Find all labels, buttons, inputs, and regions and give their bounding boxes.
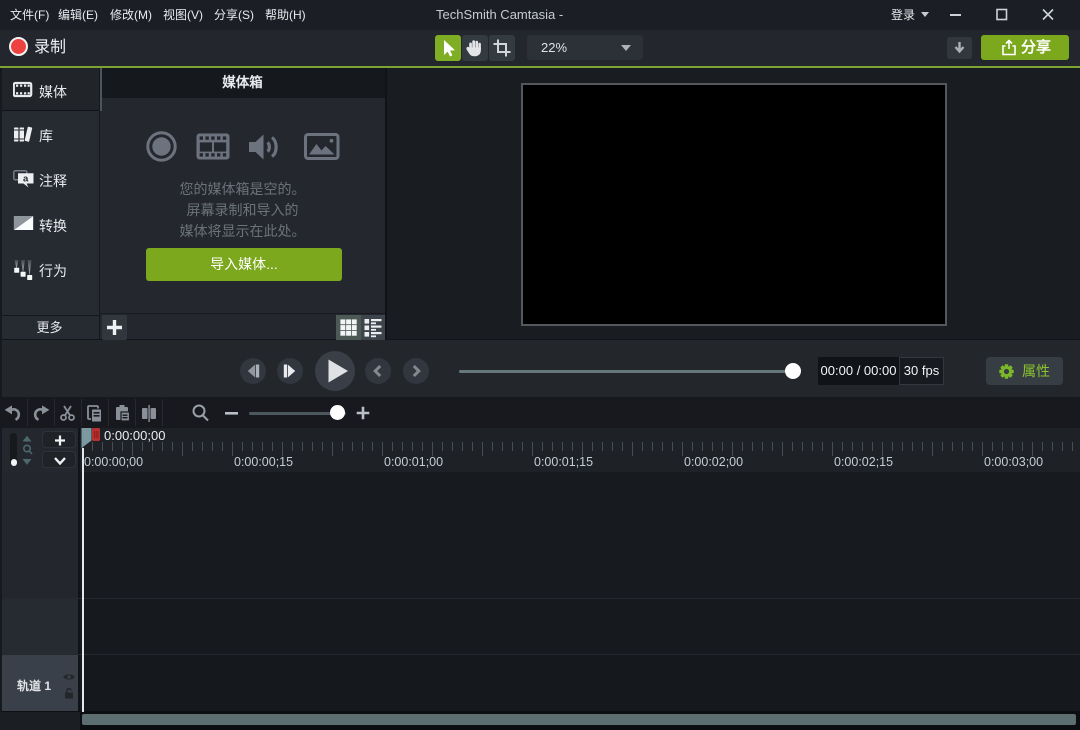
svg-text:a: a bbox=[23, 174, 29, 185]
